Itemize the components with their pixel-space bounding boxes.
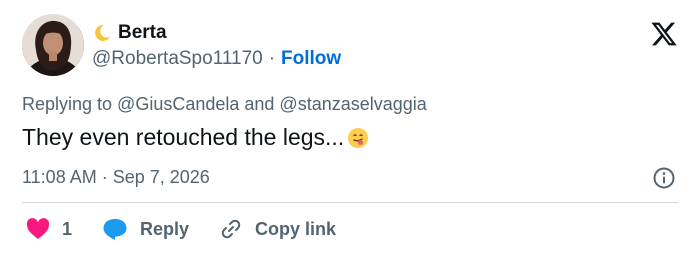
face-with-tongue-icon [346, 126, 370, 150]
info-circle-icon[interactable] [652, 166, 676, 190]
author-name-row: Berta [92, 22, 167, 44]
author-handle-row: @RobertaSpo11170 · Follow [92, 48, 341, 70]
action-bar: 1 Reply Copy link [26, 216, 366, 242]
follow-button[interactable]: Follow [281, 48, 341, 70]
tweet-text: They even retouched the legs... [22, 124, 345, 150]
like-count: 1 [62, 218, 73, 239]
avatar[interactable] [22, 14, 84, 76]
reply-context: Replying to @GiusCandela and @stanzaselv… [22, 94, 427, 114]
reply-label: Reply [140, 218, 190, 239]
separator-dot: · [268, 48, 276, 69]
copy-link-label: Copy link [255, 218, 337, 239]
divider [22, 202, 678, 203]
x-logo-icon[interactable] [650, 20, 678, 48]
heart-icon [26, 218, 50, 240]
speech-bubble-icon [102, 217, 128, 241]
author-display-name[interactable]: Berta [118, 22, 167, 44]
tweet-timestamp[interactable]: 11:08 AM · Sep 7, 2026 [22, 167, 210, 188]
crescent-moon-icon [92, 23, 112, 43]
author-handle[interactable]: @RobertaSpo11170 [92, 48, 263, 70]
like-button[interactable]: 1 [26, 218, 72, 240]
tweet-body: They even retouched the legs... [22, 124, 370, 151]
reply-button[interactable]: Reply [102, 217, 189, 241]
link-icon [219, 217, 243, 241]
copy-link-button[interactable]: Copy link [219, 217, 336, 241]
